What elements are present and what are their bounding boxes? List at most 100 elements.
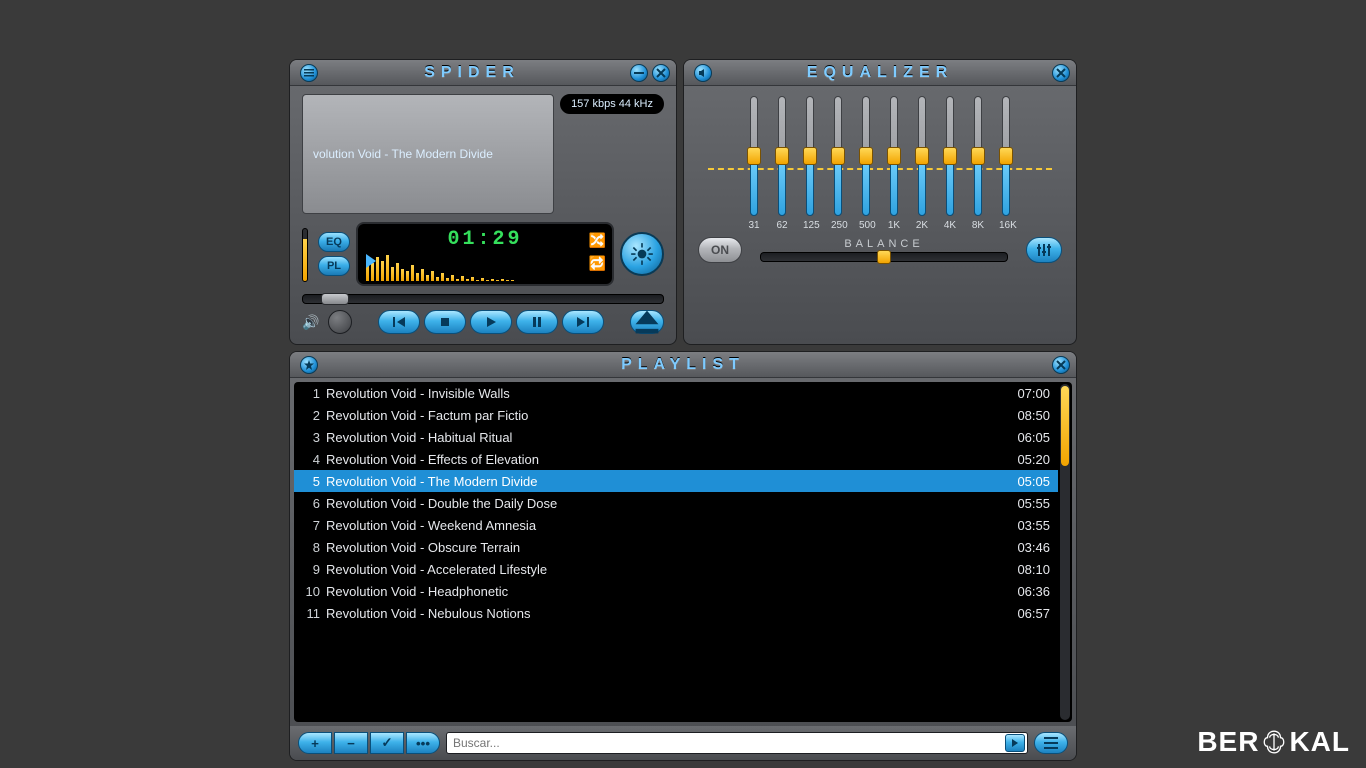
row-duration: 05:20: [1000, 452, 1050, 467]
menu-icon[interactable]: [300, 64, 318, 82]
playlist-row[interactable]: 10Revolution Void - Headphonetic06:36: [294, 580, 1058, 602]
eq-band-250[interactable]: [831, 96, 845, 216]
eq-band-62[interactable]: [775, 96, 789, 216]
eq-band-2K[interactable]: [915, 96, 929, 216]
balance-slider[interactable]: [760, 252, 1008, 262]
row-number: 8: [298, 540, 320, 555]
play-button[interactable]: [470, 310, 512, 334]
row-title: Revolution Void - Headphonetic: [326, 584, 1000, 599]
playlist-row[interactable]: 7Revolution Void - Weekend Amnesia03:55: [294, 514, 1058, 536]
record-button[interactable]: [328, 310, 352, 334]
search-go-button[interactable]: [1005, 734, 1025, 752]
row-number: 1: [298, 386, 320, 401]
shuffle-icon[interactable]: 🔀: [589, 232, 606, 249]
volume-slider[interactable]: [302, 228, 308, 282]
pause-button[interactable]: [516, 310, 558, 334]
select-button[interactable]: ✓: [370, 732, 404, 754]
eq-band-125[interactable]: [803, 96, 817, 216]
pl-close-icon[interactable]: [1052, 356, 1070, 374]
row-number: 2: [298, 408, 320, 423]
row-duration: 06:57: [1000, 606, 1050, 621]
row-duration: 06:36: [1000, 584, 1050, 599]
row-duration: 06:05: [1000, 430, 1050, 445]
equalizer-title: EQUALIZER: [712, 64, 1048, 82]
pl-toggle-button[interactable]: PL: [318, 256, 350, 276]
remove-button[interactable]: −: [334, 732, 368, 754]
row-number: 3: [298, 430, 320, 445]
search-input[interactable]: [453, 736, 1005, 750]
row-duration: 07:00: [1000, 386, 1050, 401]
stop-button[interactable]: [424, 310, 466, 334]
eq-freq-label: 125: [803, 220, 817, 231]
eq-on-button[interactable]: ON: [698, 237, 742, 263]
minimize-icon[interactable]: [630, 64, 648, 82]
eq-speaker-icon[interactable]: [694, 64, 712, 82]
favorite-icon[interactable]: [300, 356, 318, 374]
search-wrap: [446, 732, 1028, 754]
row-duration: 05:55: [1000, 496, 1050, 511]
more-button[interactable]: •••: [406, 732, 440, 754]
playlist-titlebar[interactable]: PLAYLIST: [290, 352, 1076, 378]
row-number: 4: [298, 452, 320, 467]
playlist-row[interactable]: 4 Revolution Void - Effects of Elevation0…: [294, 448, 1058, 470]
player-window: SPIDER volution Void - The Modern Divide…: [289, 59, 677, 345]
eq-freq-label: 250: [831, 220, 845, 231]
bitrate-display: 157 kbps 44 kHz: [560, 94, 664, 114]
spider-logo-button[interactable]: [620, 232, 664, 276]
playlist-row[interactable]: 3Revolution Void - Habitual Ritual06:05: [294, 426, 1058, 448]
eq-freq-label: 4K: [943, 220, 957, 231]
row-title: Revolution Void - Nebulous Notions: [326, 606, 1000, 621]
playlist-title: PLAYLIST: [318, 356, 1048, 374]
row-duration: 08:50: [1000, 408, 1050, 423]
playlist-row[interactable]: 9Revolution Void - Accelerated Lifestyle…: [294, 558, 1058, 580]
brain-icon: [1261, 729, 1287, 755]
row-title: Revolution Void - Obscure Terrain: [326, 540, 1000, 555]
player-title: SPIDER: [318, 64, 626, 82]
eq-band-16K[interactable]: [999, 96, 1013, 216]
eq-band-500[interactable]: [859, 96, 873, 216]
list-view-button[interactable]: [1034, 732, 1068, 754]
playlist-row[interactable]: 11 Revolution Void - Nebulous Notions06:5…: [294, 602, 1058, 624]
playlist-row[interactable]: 2 Revolution Void - Factum par Fictio08:5…: [294, 404, 1058, 426]
next-button[interactable]: [562, 310, 604, 334]
eq-toggle-button[interactable]: EQ: [318, 232, 350, 252]
row-number: 11: [298, 606, 320, 621]
row-number: 5: [298, 474, 320, 489]
play-status-icon: [366, 254, 376, 268]
eq-band-8K[interactable]: [971, 96, 985, 216]
row-title: Revolution Void - Factum par Fictio: [326, 408, 1000, 423]
equalizer-titlebar[interactable]: EQUALIZER: [684, 60, 1076, 86]
playlist-row[interactable]: 6Revolution Void - Double the Daily Dose…: [294, 492, 1058, 514]
eq-band-31[interactable]: [747, 96, 761, 216]
eq-band-1K[interactable]: [887, 96, 901, 216]
row-duration: 05:05: [1000, 474, 1050, 489]
previous-button[interactable]: [378, 310, 420, 334]
preset-button[interactable]: [1026, 237, 1062, 263]
eq-band-4K[interactable]: [943, 96, 957, 216]
eq-freq-label: 31: [747, 220, 761, 231]
row-title: Revolution Void - Accelerated Lifestyle: [326, 562, 1000, 577]
playlist-row[interactable]: 5 Revolution Void - The Modern Divide05:0…: [294, 470, 1058, 492]
eq-freq-label: 8K: [971, 220, 985, 231]
add-button[interactable]: +: [298, 732, 332, 754]
player-titlebar[interactable]: SPIDER: [290, 60, 676, 86]
playlist-row[interactable]: 1 Revolution Void - Invisible Walls07:00: [294, 382, 1058, 404]
eq-freq-label: 62: [775, 220, 789, 231]
eject-button[interactable]: [630, 310, 664, 334]
row-title: Revolution Void - Invisible Walls: [326, 386, 1000, 401]
visualizer[interactable]: 01:29 🔀 🔁: [356, 222, 614, 286]
playlist-row[interactable]: 8 Revolution Void - Obscure Terrain03:46: [294, 536, 1058, 558]
row-duration: 08:10: [1000, 562, 1050, 577]
eq-close-icon[interactable]: [1052, 64, 1070, 82]
time-display: 01:29: [366, 228, 604, 251]
row-title: Revolution Void - Effects of Elevation: [326, 452, 1000, 467]
row-title: Revolution Void - The Modern Divide: [326, 474, 1000, 489]
eq-freq-label: 500: [859, 220, 873, 231]
eq-freq-label: 16K: [999, 220, 1013, 231]
seek-slider[interactable]: [302, 294, 664, 304]
playlist-scrollbar[interactable]: [1060, 384, 1070, 720]
close-icon[interactable]: [652, 64, 670, 82]
row-duration: 03:46: [1000, 540, 1050, 555]
row-number: 7: [298, 518, 320, 533]
repeat-icon[interactable]: 🔁: [589, 255, 606, 272]
